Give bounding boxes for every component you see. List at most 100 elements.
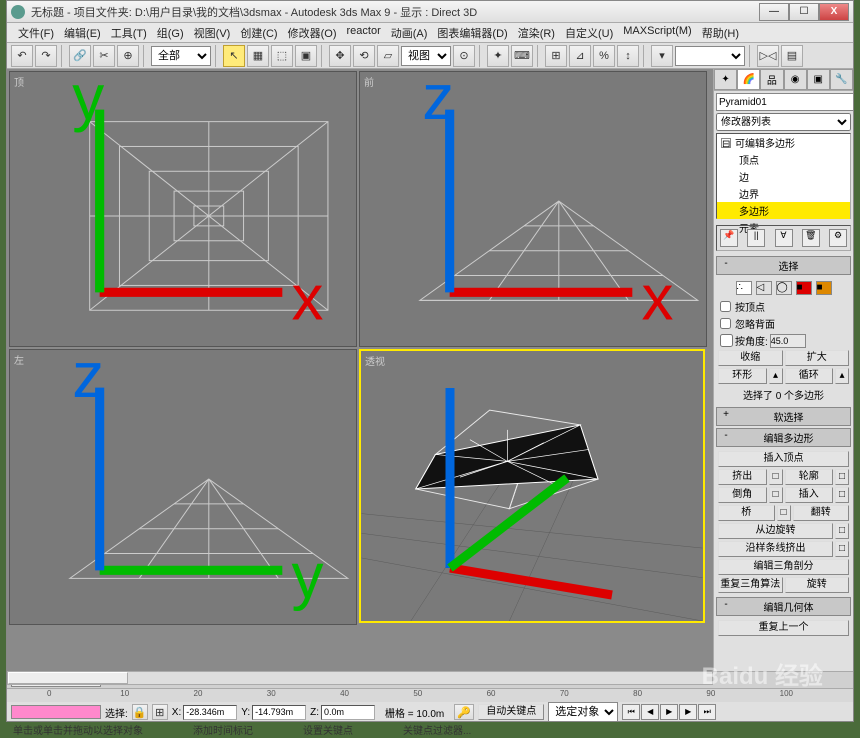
sel-vertex-icon[interactable]: ∴ [736,281,752,295]
viewport-top[interactable]: 顶 xy [9,71,357,347]
x-coord[interactable] [183,705,237,720]
rollout-editpoly[interactable]: -编辑多边形 [716,428,851,447]
stack-edge[interactable]: 边 [717,168,850,185]
show-result-button[interactable]: || [747,229,765,247]
menu-file[interactable]: 文件(F) [13,23,59,42]
tab-modify[interactable]: 🌈 [737,69,760,90]
turn-button[interactable]: 旋转 [785,577,850,593]
y-coord[interactable] [252,705,306,720]
align-button[interactable]: ▤ [781,45,803,67]
mirror-button[interactable]: ▷◁ [757,45,779,67]
flip-button[interactable]: 翻转 [793,505,850,521]
pin-stack-button[interactable]: 📌 [720,229,738,247]
bevel-button[interactable]: 倒角 [718,487,767,503]
abs-rel-button[interactable]: ⊞ [152,704,168,720]
menu-reactor[interactable]: reactor [342,23,386,42]
edit-tri-button[interactable]: 编辑三角剖分 [718,559,849,575]
stack-border[interactable]: 边界 [717,185,850,202]
prev-frame-button[interactable]: ◀ [641,704,659,720]
sel-element-icon[interactable]: ■ [816,281,832,295]
tab-utilities[interactable]: 🔧 [830,69,853,90]
menu-views[interactable]: 视图(V) [189,23,236,42]
by-angle-check[interactable] [720,334,733,347]
lock-button[interactable]: 🔒 [132,704,148,720]
menu-maxscript[interactable]: MAXScript(M) [618,23,696,42]
selection-filter[interactable]: 全部 [151,46,211,66]
stack-polygon[interactable]: 多边形 [717,202,850,219]
play-button[interactable]: ▶ [660,704,678,720]
menu-animation[interactable]: 动画(A) [386,23,433,42]
make-unique-button[interactable]: ∀ [775,229,793,247]
menu-tools[interactable]: 工具(T) [106,23,152,42]
menu-render[interactable]: 渲染(R) [513,23,560,42]
svg-text:y: y [291,540,323,612]
viewport-left[interactable]: 左 yz [9,349,357,625]
autokey-button[interactable]: 自动关键点 [478,704,544,720]
menu-graph[interactable]: 图表编辑器(D) [432,23,512,42]
menu-help[interactable]: 帮助(H) [697,23,744,42]
by-vertex-check[interactable] [720,301,731,312]
menu-customize[interactable]: 自定义(U) [560,23,618,42]
svg-text:x: x [641,262,673,334]
sel-label: 选择: [105,705,128,720]
ignore-backface-check[interactable] [720,318,731,329]
stack-vertex[interactable]: 顶点 [717,151,850,168]
named-sel-set[interactable] [675,46,745,66]
next-frame-button[interactable]: ▶ [679,704,697,720]
minimize-button[interactable]: — [759,3,789,21]
stack-root[interactable]: 可编辑多边形 [735,135,795,150]
shrink-button[interactable]: 收缩 [718,350,783,366]
tab-motion[interactable]: ◉ [784,69,807,90]
retri-button[interactable]: 重复三角算法 [718,577,783,593]
time-ruler[interactable]: 0102030405060708090100 [7,688,853,702]
goto-start-button[interactable]: ⏮ [622,704,640,720]
menu-edit[interactable]: 编辑(E) [59,23,106,42]
grow-button[interactable]: 扩大 [785,350,850,366]
tab-hierarchy[interactable]: 品 [760,69,783,90]
loop-button[interactable]: 循环 [785,368,834,384]
keymode-select[interactable]: 选定对象 [548,702,618,722]
status-hint: 单击或单击并拖动以选择对象 [13,722,143,738]
extrude-spline-button[interactable]: 沿样条线挤出 [718,541,833,557]
close-button[interactable]: X [819,3,849,21]
extrude-button[interactable]: 挤出 [718,469,767,485]
h-scrollbar[interactable] [8,672,128,684]
svg-text:y: y [72,64,104,133]
z-coord[interactable] [321,705,375,720]
rollout-editgeom[interactable]: -编辑几何体 [716,597,851,616]
menu-modifiers[interactable]: 修改器(O) [283,23,342,42]
viewport-front[interactable]: 前 xz [359,71,707,347]
outline-button[interactable]: 轮廓 [785,469,834,485]
svg-text:x: x [291,262,323,334]
configure-button[interactable]: ⚙ [829,229,847,247]
object-name-input[interactable] [716,93,853,111]
insert-vertex-button[interactable]: 插入顶点 [718,451,849,467]
setkey-label: 设置关键点 [303,722,353,738]
bridge-button[interactable]: 桥 [718,505,775,521]
ref-coord[interactable]: 视图 [401,46,451,66]
modifier-list[interactable]: 修改器列表 [716,113,851,131]
maximize-button[interactable]: ☐ [789,3,819,21]
remove-mod-button[interactable]: 🗑 [802,229,820,247]
ring-button[interactable]: 环形 [718,368,767,384]
sel-border-icon[interactable]: ◯ [776,281,792,295]
inset-button[interactable]: 插入 [785,487,834,503]
hinge-button[interactable]: 从边旋转 [718,523,833,539]
window-title: 无标题 - 项目文件夹: D:\用户目录\我的文档\3dsmax - Autod… [31,4,759,20]
mini-track[interactable] [11,705,101,719]
tab-display[interactable]: ▣ [807,69,830,90]
repeat-last-button[interactable]: 重复上一个 [718,620,849,636]
sel-edge-icon[interactable]: ◁ [756,281,772,295]
angle-input[interactable] [770,334,806,348]
tab-create[interactable]: ✦ [714,69,737,90]
rollout-softsel[interactable]: +软选择 [716,407,851,426]
sel-polygon-icon[interactable]: ■ [796,281,812,295]
key-icon[interactable]: 🔑 [454,704,474,720]
goto-end-button[interactable]: ⏭ [698,704,716,720]
rollout-selection[interactable]: -选择 [716,256,851,275]
selection-count: 选择了 0 个多边形 [718,385,849,404]
modifier-stack[interactable]: ⊟可编辑多边形 顶点 边 边界 多边形 元素 [716,133,851,219]
menu-create[interactable]: 创建(C) [235,23,282,42]
menu-group[interactable]: 组(G) [152,23,189,42]
viewport-perspective[interactable]: 透视 [359,349,705,623]
